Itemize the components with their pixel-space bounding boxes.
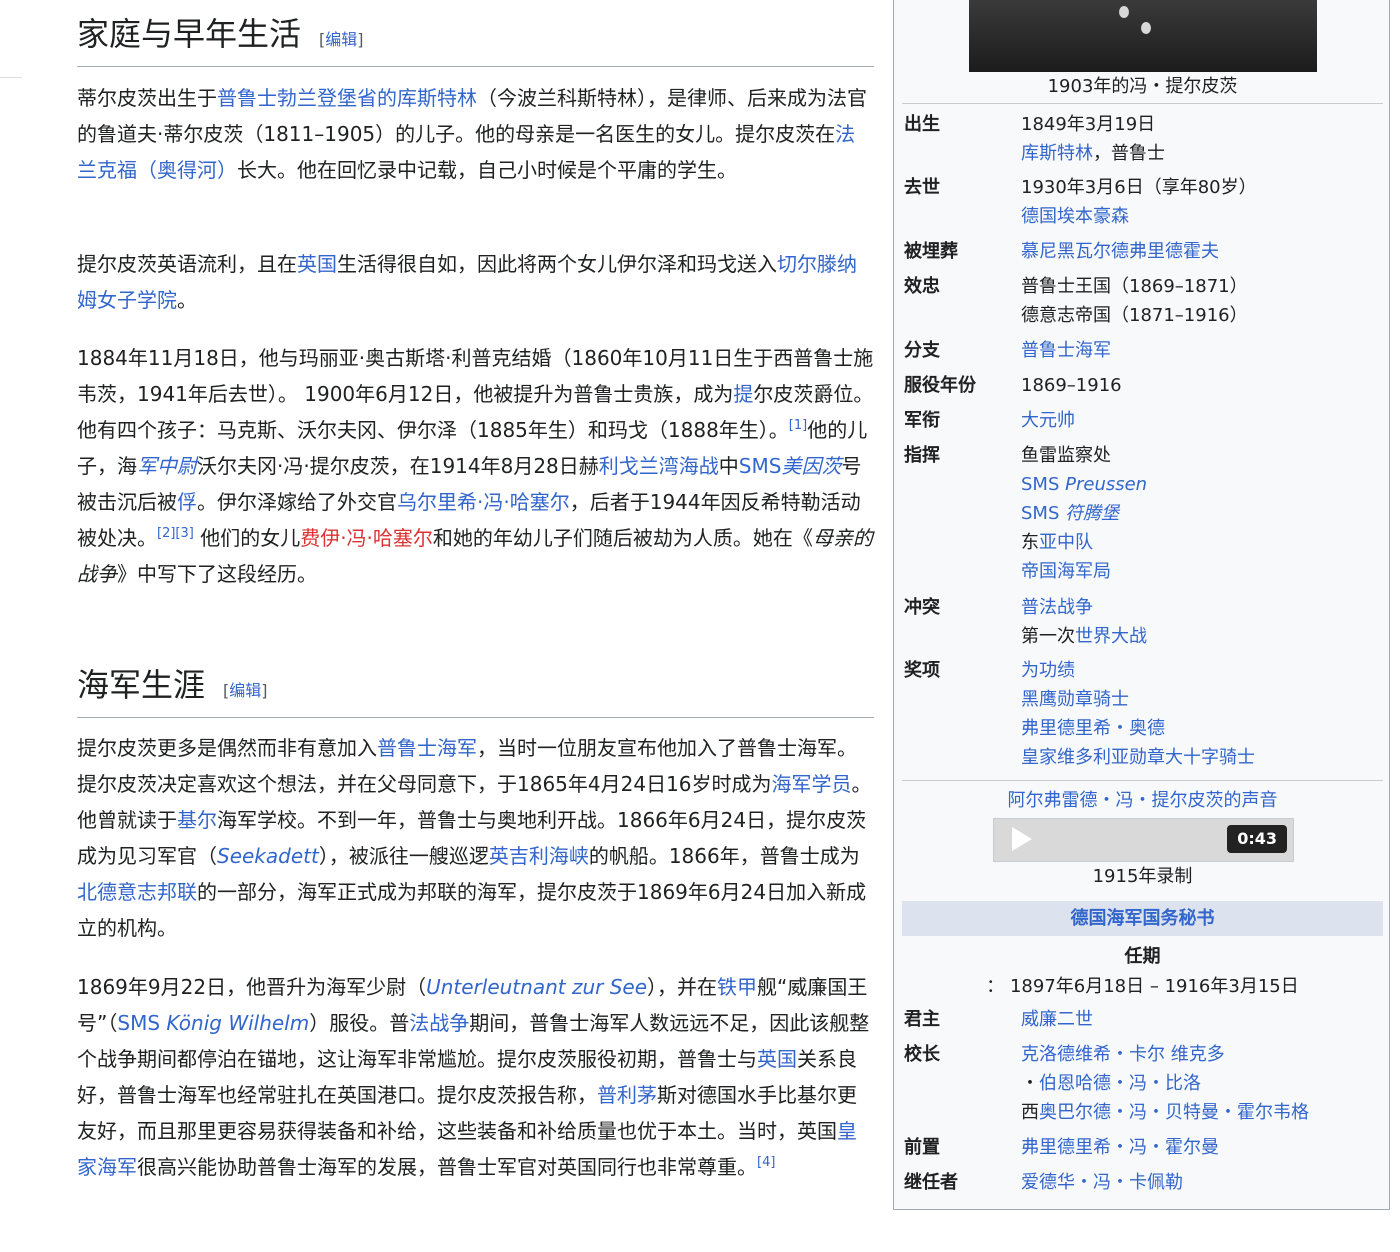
link-burial-place[interactable]: 慕尼黑瓦尔德弗里德霍夫 [1021, 241, 1219, 262]
uniform-button-icon [1119, 6, 1129, 18]
reference-1[interactable]: [1] [789, 418, 807, 433]
link-north-german-confederation[interactable]: 北德意志邦联 [77, 880, 197, 904]
link-sms-konig-wilhelm[interactable]: SMS König Wilhelm [117, 1011, 309, 1035]
link-nobility[interactable]: 提 [733, 382, 753, 406]
section-title: 海军生涯 [77, 666, 206, 704]
link-unterleutnant[interactable]: Unterleutnant zur See [426, 975, 647, 999]
divider [902, 103, 1383, 104]
link-born-place[interactable]: 库斯特林 [1021, 143, 1093, 164]
portrait-image[interactable] [969, 0, 1317, 72]
edit-link[interactable]: 编辑 [325, 30, 357, 49]
infobox: 1903年的冯・提尔皮茨 出生 1849年3月19日 库斯特林，普鲁士 去世 19… [893, 0, 1390, 1210]
link-seekadett[interactable]: Seekadett [217, 844, 319, 868]
audio-player[interactable]: 0:43 [993, 818, 1294, 862]
paragraph-promotion: 1869年9月22日，他晋升为海军少尉（Unterleutnant zur Se… [77, 975, 870, 1179]
section-heading-family: 家庭与早年生活 [编辑] [77, 14, 874, 67]
link-east-asia-squadron[interactable]: 亚中队 [1039, 532, 1093, 553]
portrait-caption: 1903年的冯・提尔皮茨 [1047, 76, 1238, 97]
audio-duration: 0:43 [1227, 825, 1287, 853]
left-edge-line [0, 77, 22, 78]
paragraph-english: 提尔皮茨英语流利，且在英国生活得很自如，因此将两个女儿伊尔泽和玛戈送入切尔滕纳姆… [77, 252, 857, 312]
link-ironclad[interactable]: 铁甲 [717, 975, 757, 999]
term-value: ： 1897年6月18日 – 1916年3月15日 [986, 976, 1299, 997]
link-britain[interactable]: 英国 [297, 252, 337, 276]
link-predecessor[interactable]: 弗里德里希・冯・霍尔曼 [1021, 1137, 1219, 1158]
link-captured[interactable]: 俘 [177, 490, 197, 514]
link-office[interactable]: 德国海军国务秘书 [1071, 908, 1215, 929]
link-chancellor-1[interactable]: 克洛德维希・卡尔 维克多 [1021, 1044, 1225, 1065]
link-chancellor-3[interactable]: 奥巴尔德・冯・贝特曼・霍尔韦格 [1039, 1102, 1309, 1123]
link-kustrin[interactable]: 普鲁士勃兰登堡省的库斯特林 [217, 86, 477, 110]
link-death-place[interactable]: 德国埃本豪森 [1021, 206, 1129, 227]
edit-section-family: [编辑] [319, 30, 364, 49]
link-chancellor-2[interactable]: 伯恩哈德・冯・比洛 [1039, 1073, 1201, 1094]
reference-3[interactable]: [3] [175, 526, 193, 541]
link-monarch[interactable]: 威廉二世 [1021, 1009, 1093, 1030]
link-award-4[interactable]: 皇家维多利亚勋章大十字骑士 [1021, 747, 1255, 768]
link-franco-prussian-war[interactable]: 法战争 [409, 1011, 469, 1035]
link-award-3[interactable]: 弗里德里希・奥德 [1021, 718, 1165, 739]
link-imperial-naval-office[interactable]: 帝国海军局 [1021, 561, 1111, 582]
link-sms-preussen[interactable]: SMS Preussen [1021, 474, 1147, 495]
link-ulrich-von-hassell[interactable]: 乌尔里希·冯·哈塞尔 [397, 490, 570, 514]
reference-4[interactable]: [4] [757, 1155, 775, 1170]
link-world-war[interactable]: 世界大战 [1075, 626, 1147, 647]
section-title: 家庭与早年生活 [77, 15, 302, 53]
link-award-2[interactable]: 黑鹰勋章骑士 [1021, 689, 1129, 710]
divider [902, 780, 1383, 781]
link-battle-franco-prussian[interactable]: 普法战争 [1021, 597, 1093, 618]
link-naval-cadet[interactable]: 海军学员 [772, 772, 852, 796]
reference-2[interactable]: [2] [157, 526, 175, 541]
link-english-channel[interactable]: 英吉利海峡 [489, 844, 589, 868]
audio-title: 阿尔弗雷德・冯・提尔皮茨的声音 [894, 787, 1391, 815]
link-prussian-navy[interactable]: 普鲁士海军 [377, 736, 477, 760]
link-branch[interactable]: 普鲁士海军 [1021, 340, 1111, 361]
link-kiel[interactable]: 基尔 [177, 808, 217, 832]
link-rank[interactable]: 大元帅 [1021, 410, 1075, 431]
office-header: 德国海军国务秘书 [902, 901, 1383, 936]
link-fey-von-hassell[interactable]: 费伊·冯·哈塞尔 [300, 526, 433, 550]
edit-link[interactable]: 编辑 [229, 681, 261, 700]
section-heading-navy: 海军生涯 [编辑] [77, 665, 874, 718]
link-sms-mainz[interactable]: SMS美因茨 [739, 454, 842, 478]
paragraph-navy-entry: 提尔皮茨更多是偶然而非有意加入普鲁士海军，当时一位朋友宣布他加入了普鲁士海军。提… [77, 736, 872, 940]
paragraph-birth: 蒂尔皮茨出生于普鲁士勃兰登堡省的库斯特林（今波兰科斯特林），是律师、后来成为法官… [77, 86, 867, 182]
term-label: 任期 [1124, 946, 1161, 967]
edit-section-navy: [编辑] [223, 681, 268, 700]
link-audio-file[interactable]: 阿尔弗雷德・冯・提尔皮茨的声音 [1008, 790, 1278, 811]
link-lieutenant[interactable]: 军中尉 [137, 454, 197, 478]
paragraph-marriage: 1884年11月18日，他与玛丽亚·奥古斯塔·利普克结婚（1860年10月11日… [77, 346, 874, 586]
link-sms-wurttemberg[interactable]: SMS 符腾堡 [1021, 503, 1119, 524]
link-england[interactable]: 英国 [757, 1047, 797, 1071]
link-successor[interactable]: 爱德华・冯・卡佩勒 [1021, 1172, 1183, 1193]
uniform-button-icon [1141, 22, 1151, 34]
link-plymouth[interactable]: 普利茅 [597, 1083, 657, 1107]
play-icon[interactable] [1012, 827, 1032, 851]
link-award-1[interactable]: 为功绩 [1021, 660, 1075, 681]
link-heligoland-battle[interactable]: 利戈兰湾海战 [599, 454, 719, 478]
audio-caption: 1915年录制 [1092, 866, 1193, 887]
